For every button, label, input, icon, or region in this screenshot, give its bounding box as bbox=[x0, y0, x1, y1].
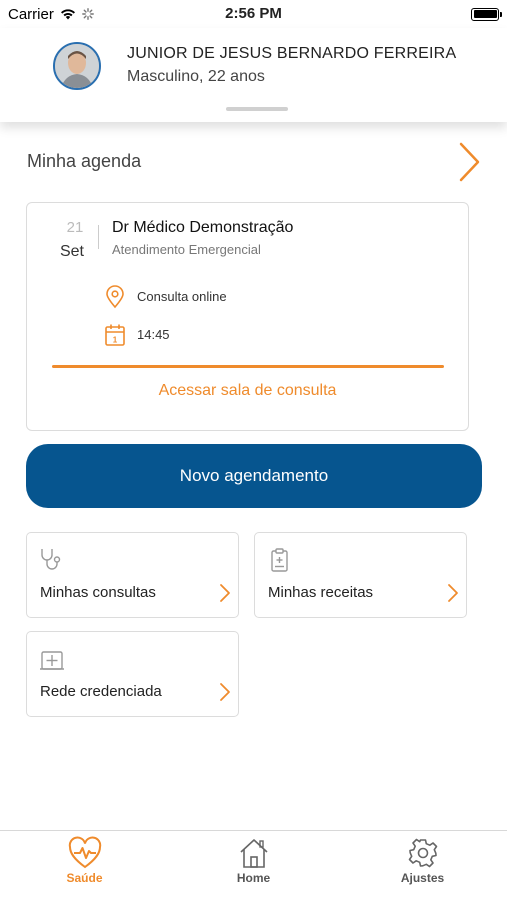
access-room-link[interactable]: Acessar sala de consulta bbox=[27, 382, 468, 400]
tile-label: Minhas receitas bbox=[268, 584, 374, 601]
appointment-time: 14:45 bbox=[137, 327, 170, 342]
location-pin-icon bbox=[106, 285, 124, 309]
status-time: 2:56 PM bbox=[225, 5, 282, 22]
svg-text:1: 1 bbox=[113, 336, 118, 345]
appointment-card[interactable]: 21 Set Dr Médico Demonstração Atendiment… bbox=[26, 202, 469, 431]
agenda-title: Minha agenda bbox=[27, 151, 142, 171]
prescription-icon bbox=[271, 548, 288, 572]
tab-label: Home bbox=[236, 871, 271, 885]
tile-minhas-receitas[interactable]: Minhas receitas bbox=[254, 532, 467, 618]
drag-handle[interactable] bbox=[226, 107, 288, 111]
stethoscope-icon bbox=[41, 549, 61, 570]
tab-label: Saúde bbox=[66, 871, 103, 885]
chevron-right-icon[interactable] bbox=[456, 141, 482, 183]
tile-label: Minhas consultas bbox=[40, 584, 156, 601]
tab-ajustes[interactable]: Ajustes bbox=[338, 831, 507, 900]
specialty: Atendimento Emergencial bbox=[112, 242, 261, 257]
appointment-month: Set bbox=[59, 243, 84, 260]
chevron-right-icon bbox=[220, 584, 230, 602]
heart-pulse-icon bbox=[68, 836, 101, 869]
appointment-day: 21 bbox=[66, 219, 84, 236]
avatar-photo bbox=[55, 44, 99, 88]
avatar[interactable] bbox=[53, 42, 101, 90]
chevron-right-icon bbox=[220, 683, 230, 701]
tab-saude[interactable]: Saúde bbox=[0, 831, 169, 900]
calendar-icon: 1 bbox=[105, 324, 125, 346]
doctor-name: Dr Médico Demonstração bbox=[112, 219, 294, 236]
tab-bar: Saúde Home Ajustes bbox=[0, 830, 507, 900]
tile-rede-credenciada[interactable]: Rede credenciada bbox=[26, 631, 239, 717]
tile-minhas-consultas[interactable]: Minhas consultas bbox=[26, 532, 239, 618]
tab-label: Ajustes bbox=[400, 871, 445, 885]
new-appointment-button[interactable]: Novo agendamento bbox=[26, 444, 482, 508]
tab-home[interactable]: Home bbox=[169, 831, 338, 900]
date-divider bbox=[98, 225, 99, 249]
home-icon bbox=[239, 839, 268, 868]
profile-subtitle: Masculino, 22 anos bbox=[127, 68, 265, 85]
location-text: Consulta online bbox=[137, 289, 227, 304]
profile-name: JUNIOR DE JESUS BERNARDO FERREIRA bbox=[127, 45, 457, 62]
profile-header[interactable]: JUNIOR DE JESUS BERNARDO FERREIRA Mascul… bbox=[0, 28, 507, 122]
card-divider bbox=[52, 365, 444, 368]
tile-label: Rede credenciada bbox=[40, 683, 162, 700]
hospital-icon bbox=[40, 651, 64, 670]
chevron-right-icon bbox=[448, 584, 458, 602]
gear-icon bbox=[408, 838, 437, 868]
